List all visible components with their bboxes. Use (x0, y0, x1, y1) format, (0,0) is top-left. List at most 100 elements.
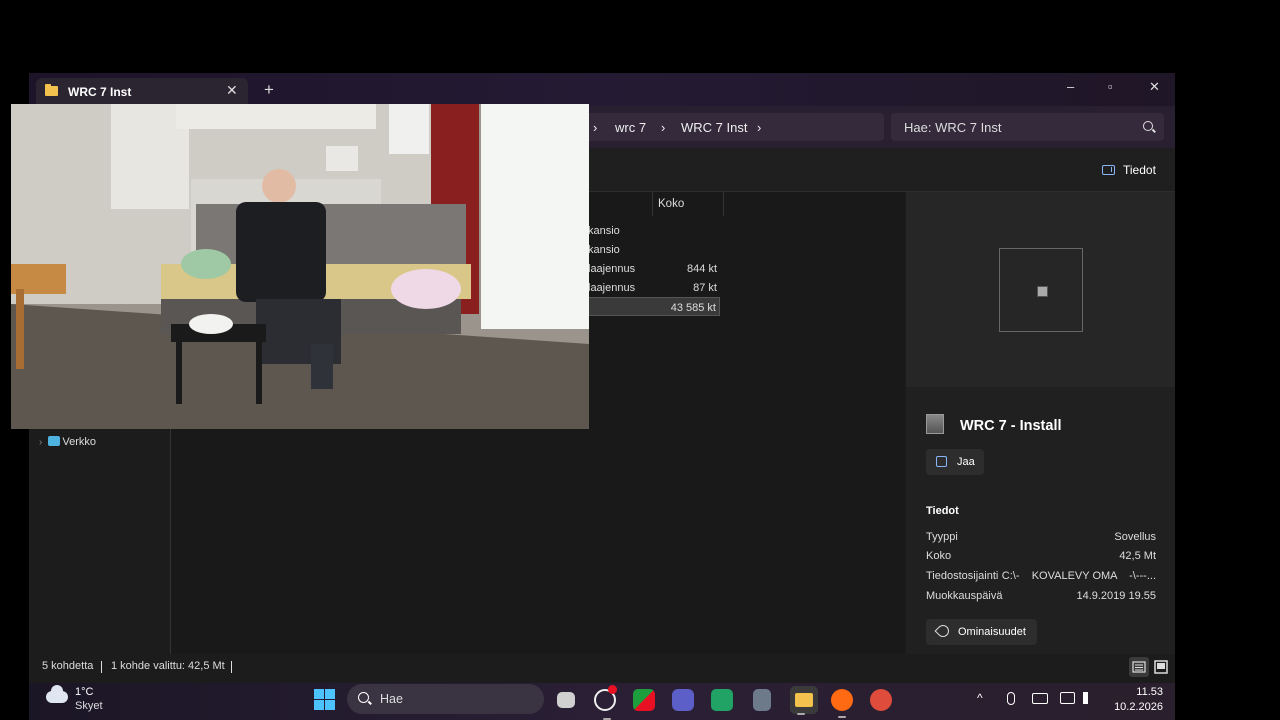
taskbar-search-label: Hae (380, 692, 403, 706)
restore-button[interactable]: ▫ (1108, 79, 1113, 94)
search-icon[interactable] (1143, 121, 1153, 131)
folder-icon (795, 693, 813, 707)
navigation-pane: › Verkko (29, 428, 171, 654)
clock[interactable]: 11.53 10.2.2026 (1103, 686, 1163, 716)
close-window-button[interactable]: ✕ (1149, 79, 1160, 95)
breadcrumb-wrc7-inst[interactable]: WRC 7 Inst (681, 120, 747, 135)
minimize-button[interactable]: – (1067, 79, 1074, 94)
details-pane-label: Tiedot (1123, 163, 1156, 177)
app-icon-red[interactable] (870, 689, 892, 711)
task-view-icon[interactable] (557, 692, 575, 708)
new-tab-button[interactable]: + (264, 80, 274, 100)
status-bar: 5 kohdetta 1 kohde valittu: 42,5 Mt (29, 654, 1175, 683)
numbers-app-icon[interactable] (711, 689, 733, 711)
column-separator[interactable] (723, 192, 724, 216)
title-bar: WRC 7 Inst ✕ + – ▫ ✕ (29, 73, 1175, 106)
column-separator[interactable] (652, 192, 653, 216)
details-pane: WRC 7 - Install Jaa Tiedot Tyyppi Sovell… (906, 192, 1175, 654)
search-icon (358, 692, 369, 703)
cloud-icon (46, 685, 68, 703)
calculator-icon[interactable] (753, 689, 771, 711)
details-view-icon (1132, 661, 1146, 673)
file-size: 43 585 kt (670, 302, 716, 314)
breadcrumb-separator[interactable]: › (757, 120, 761, 135)
clock-date: 10.2.2026 (1114, 701, 1163, 713)
details-pane-button[interactable]: Tiedot (1102, 163, 1156, 177)
breadcrumb-wrc7[interactable]: wrc 7 (615, 120, 646, 135)
volume-icon[interactable] (1083, 692, 1095, 704)
network-icon[interactable] (1060, 692, 1075, 704)
prop-value: 14.9.2019 19.55 (1076, 590, 1156, 602)
breadcrumb[interactable]: › wrc 7 › WRC 7 Inst › (549, 113, 884, 141)
keyboard-icon[interactable] (1032, 693, 1048, 704)
item-count: 5 kohdetta (42, 660, 94, 672)
microphone-icon[interactable] (1007, 692, 1015, 705)
search-placeholder: Hae: WRC 7 Inst (904, 120, 1002, 135)
file-thumbnail (999, 248, 1083, 332)
file-row[interactable]: laajennus 844 kt (588, 259, 720, 278)
file-row[interactable]: kansio (588, 240, 720, 259)
prop-label: Muokkauspäivä (926, 590, 1003, 602)
nav-item-verkko[interactable]: › Verkko (39, 436, 96, 448)
duckduckgo-icon[interactable] (831, 689, 853, 718)
file-type: kansio (588, 244, 620, 256)
chatgpt-icon[interactable] (594, 685, 617, 720)
prop-label: Tiedostosijainti (926, 570, 999, 582)
file-row[interactable]: kansio (588, 221, 720, 240)
wrench-icon (934, 622, 952, 640)
close-tab-icon[interactable]: ✕ (226, 82, 238, 99)
start-button[interactable] (314, 689, 336, 711)
prop-label: Tyyppi (926, 531, 958, 543)
file-explorer-icon[interactable] (790, 686, 818, 715)
network-icon (48, 436, 61, 446)
taskbar-search[interactable]: Hae (347, 684, 544, 714)
temperature: 1°C (75, 686, 94, 698)
webcam-overlay (11, 104, 589, 429)
file-name-text: WRC 7 - Install (960, 418, 1062, 434)
breadcrumb-separator: › (661, 120, 666, 135)
prop-label: Koko (926, 550, 952, 562)
file-row-selected[interactable]: 43 585 kt (588, 297, 720, 316)
tab-wrc7-inst[interactable]: WRC 7 Inst ✕ (36, 78, 248, 106)
details-pane-icon (1102, 165, 1115, 175)
app-icon-red-green[interactable] (633, 689, 655, 711)
weather-condition: Skyet (75, 700, 103, 712)
prop-value: 42,5 Mt (1119, 550, 1156, 562)
properties-button[interactable]: Ominaisuudet (926, 619, 1037, 645)
tray-overflow-chevron[interactable]: ^ (977, 691, 983, 705)
properties-label: Ominaisuudet (958, 626, 1026, 638)
nav-item-label: Verkko (62, 436, 96, 448)
prop-value: Sovellus (1114, 531, 1156, 543)
chevron-right-icon[interactable]: › (39, 437, 42, 448)
details-section-title: Tiedot (926, 505, 959, 517)
breadcrumb-separator: › (593, 120, 598, 135)
folder-icon (45, 84, 58, 96)
webcam-image (11, 104, 589, 429)
status-divider (231, 661, 232, 673)
taskbar: 1°C Skyet Hae ^ 11.53 10.2.2026 (29, 683, 1175, 720)
status-divider (101, 661, 102, 673)
prop-value[interactable]: C:\- KOVALEVY OMA -\---... (1002, 570, 1156, 582)
large-icons-view-icon (1154, 660, 1168, 674)
preview-area (906, 192, 1175, 387)
file-size: 844 kt (687, 263, 717, 275)
large-icons-view-button[interactable] (1151, 657, 1171, 677)
notification-badge (608, 685, 617, 694)
file-row[interactable]: laajennus 87 kt (588, 278, 720, 297)
column-header-size[interactable]: Koko (658, 198, 684, 210)
clock-time: 11.53 (1136, 686, 1163, 698)
share-icon (936, 456, 947, 467)
search-box[interactable]: Hae: WRC 7 Inst (891, 113, 1164, 141)
app-icon (926, 414, 944, 434)
tab-label: WRC 7 Inst (68, 85, 132, 99)
share-label: Jaa (957, 456, 975, 468)
share-button[interactable]: Jaa (926, 449, 984, 475)
details-file-name: WRC 7 - Install (926, 414, 1062, 434)
file-type: laajennus (588, 263, 636, 275)
app-icon-purple[interactable] (672, 689, 694, 711)
file-type: laajennus (588, 282, 636, 294)
details-view-button[interactable] (1129, 657, 1149, 677)
file-type: kansio (588, 225, 620, 237)
file-size: 87 kt (693, 282, 717, 294)
selection-info: 1 kohde valittu: 42,5 Mt (111, 660, 225, 672)
